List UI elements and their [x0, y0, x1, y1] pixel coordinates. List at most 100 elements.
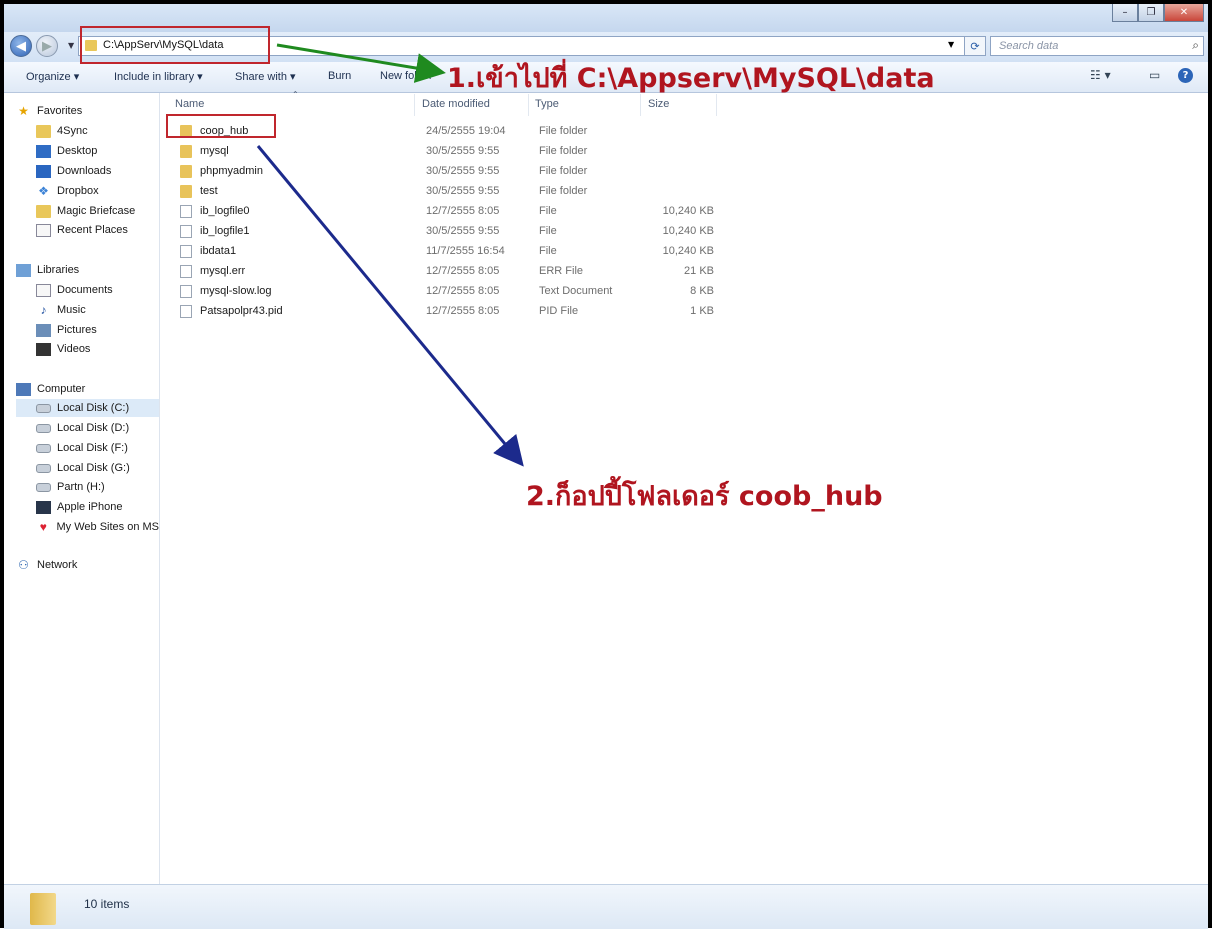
- close-button[interactable]: ✕: [1164, 4, 1204, 22]
- folder-icon: [180, 145, 192, 158]
- sidebar-item-local-disk-g[interactable]: Local Disk (G:): [36, 459, 130, 477]
- item-count: 10 items: [84, 897, 130, 911]
- share-with-button[interactable]: Share with ▾: [235, 70, 296, 83]
- file-name: ib_logfile1: [200, 225, 250, 237]
- videos-icon: [36, 342, 51, 356]
- file-name: ib_logfile0: [200, 205, 250, 217]
- sidebar-item-music[interactable]: ♪ Music: [36, 301, 86, 319]
- sidebar-item-recent-places[interactable]: Recent Places: [36, 221, 128, 239]
- file-type: ERR File: [539, 265, 584, 277]
- address-highlight-box: [80, 26, 270, 64]
- file-name: phpmyadmin: [200, 165, 263, 177]
- computer-icon: [16, 382, 31, 396]
- file-row[interactable]: mysql-slow.log 12/7/2555 8:05 Text Documen…: [174, 282, 734, 302]
- file-type: File folder: [539, 145, 588, 157]
- folder-highlight-box: [166, 114, 276, 138]
- column-header-name[interactable]: Name: [175, 98, 204, 110]
- music-icon: ♪: [40, 302, 47, 317]
- file-row[interactable]: mysql 30/5/2555 9:55 File folder: [174, 142, 734, 162]
- desktop-icon: [36, 144, 51, 158]
- file-row[interactable]: ibdata1 11/7/2555 16:54 File 10,240 KB: [174, 242, 734, 262]
- search-box[interactable]: Search data ⌕: [990, 36, 1204, 56]
- file-icon: [180, 265, 192, 278]
- sidebar-item-dropbox[interactable]: ❖ Dropbox: [36, 182, 98, 200]
- sidebar-item-local-disk-f[interactable]: Local Disk (F:): [36, 439, 128, 457]
- file-row[interactable]: phpmyadmin 30/5/2555 9:55 File folder: [174, 162, 734, 182]
- file-icon: [180, 225, 192, 238]
- star-icon: ★: [18, 103, 29, 118]
- file-type: Text Document: [539, 285, 613, 297]
- refresh-button[interactable]: ⟳: [964, 36, 986, 56]
- maximize-button[interactable]: ❐: [1138, 4, 1164, 22]
- file-row[interactable]: Patsapolpr43.pid 12/7/2555 8:05 PID File 1 …: [174, 302, 734, 322]
- preview-pane-icon[interactable]: ▭: [1149, 68, 1160, 82]
- libraries-icon: [16, 263, 31, 277]
- file-size: 10,240 KB: [662, 205, 714, 217]
- sidebar-item-desktop[interactable]: Desktop: [36, 142, 97, 160]
- sidebar-item-pictures[interactable]: Pictures: [36, 321, 97, 339]
- sidebar-item-documents[interactable]: Documents: [36, 281, 113, 299]
- file-type: File folder: [539, 185, 588, 197]
- sidebar-item-apple-iphone[interactable]: Apple iPhone: [36, 498, 122, 516]
- help-icon[interactable]: ?: [1178, 68, 1193, 83]
- column-header-type[interactable]: Type: [535, 98, 559, 110]
- address-dropdown-icon[interactable]: ▼: [948, 40, 954, 49]
- file-icon: [180, 285, 192, 298]
- sidebar-item-videos[interactable]: Videos: [36, 340, 90, 358]
- recent-pages-dropdown[interactable]: ▼: [68, 41, 74, 50]
- navigation-pane: ★ Favorites 4Sync Desktop Downloads ❖ Drop…: [4, 93, 160, 884]
- include-in-library-button[interactable]: Include in library ▾: [114, 70, 203, 83]
- file-date: 30/5/2555 9:55: [426, 185, 500, 197]
- sidebar-item-web-sites[interactable]: ♥ My Web Sites on MS: [36, 518, 159, 536]
- briefcase-icon: [36, 204, 51, 218]
- folder-icon: [180, 165, 192, 178]
- sidebar-item-downloads[interactable]: Downloads: [36, 162, 111, 180]
- column-divider[interactable]: [414, 94, 415, 116]
- file-type: File: [539, 205, 557, 217]
- sort-chevron-icon: ⌃: [292, 90, 299, 99]
- back-button[interactable]: ◀: [10, 35, 32, 57]
- file-name: mysql.err: [200, 265, 246, 277]
- file-date: 12/7/2555 8:05: [426, 265, 500, 277]
- sidebar-network[interactable]: ⚇ Network: [16, 556, 77, 574]
- file-row[interactable]: test 30/5/2555 9:55 File folder: [174, 182, 734, 202]
- sidebar-item-partn-h[interactable]: Partn (H:): [36, 478, 105, 496]
- search-icon[interactable]: ⌕: [1192, 38, 1199, 53]
- new-folder-button[interactable]: New folder: [380, 70, 436, 82]
- recent-places-icon: [36, 223, 51, 237]
- network-icon: ⚇: [18, 557, 29, 572]
- file-type: PID File: [539, 305, 579, 317]
- file-type: File: [539, 225, 557, 237]
- file-row[interactable]: ib_logfile0 12/7/2555 8:05 File 10,240 KB: [174, 202, 734, 222]
- column-header-date[interactable]: Date modified: [422, 98, 490, 110]
- downloads-icon: [36, 164, 51, 178]
- file-size: 21 KB: [684, 265, 714, 277]
- sidebar-item-local-disk-d[interactable]: Local Disk (D:): [36, 419, 129, 437]
- file-date: 30/5/2555 9:55: [426, 165, 500, 177]
- web-sites-icon: ♥: [39, 519, 47, 534]
- folder-icon: [30, 893, 56, 925]
- folder-icon: [180, 185, 192, 198]
- burn-button[interactable]: Burn: [328, 70, 351, 82]
- file-date: 12/7/2555 8:05: [426, 305, 500, 317]
- file-row[interactable]: ib_logfile1 30/5/2555 9:55 File 10,240 KB: [174, 222, 734, 242]
- sidebar-item-magic-briefcase[interactable]: Magic Briefcase: [36, 202, 135, 220]
- sidebar-computer[interactable]: Computer: [16, 380, 85, 398]
- sidebar-favorites[interactable]: ★ Favorites: [16, 102, 82, 120]
- sidebar-libraries[interactable]: Libraries: [16, 261, 79, 279]
- file-name: ibdata1: [200, 245, 237, 257]
- forward-button[interactable]: ▶: [36, 35, 58, 57]
- file-icon: [180, 245, 192, 258]
- organize-button[interactable]: Organize ▾: [26, 70, 79, 83]
- sidebar-item-4sync[interactable]: 4Sync: [36, 122, 88, 140]
- sidebar-item-local-disk-c[interactable]: Local Disk (C:): [16, 399, 159, 417]
- file-size: 1 KB: [690, 305, 714, 317]
- view-options-icon[interactable]: ☷ ▾: [1090, 68, 1111, 82]
- minimize-button[interactable]: –: [1112, 4, 1138, 22]
- drive-icon: [36, 463, 51, 473]
- column-header-size[interactable]: Size: [648, 98, 669, 110]
- documents-icon: [36, 283, 51, 297]
- dropbox-icon: ❖: [38, 183, 49, 198]
- explorer-window: – ❐ ✕ ◀ ▶ ▼ C:\AppServ\MySQL\data ▼ ⟳ Se…: [0, 0, 1212, 929]
- file-row[interactable]: mysql.err 12/7/2555 8:05 ERR File 21 KB: [174, 262, 734, 282]
